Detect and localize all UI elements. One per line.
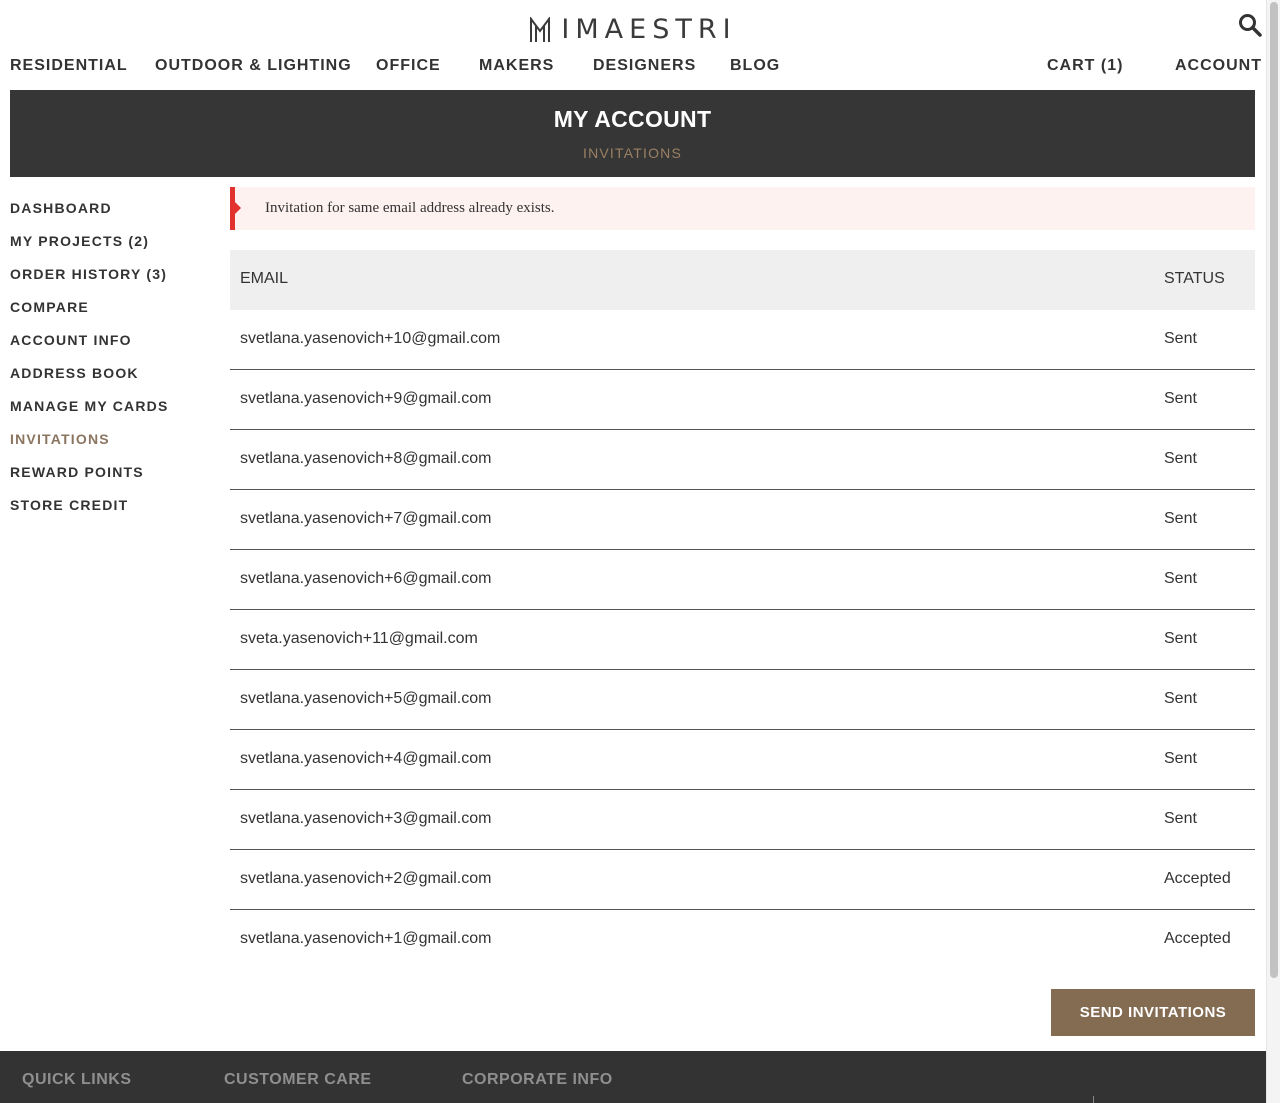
- invite-email: svetlana.yasenovich+5@gmail.com: [240, 690, 492, 707]
- invite-status: Sent: [1164, 810, 1197, 827]
- footer-heading-quick-links: QUICK LINKS: [22, 1071, 132, 1088]
- table-row: svetlana.yasenovich+8@gmail.com Sent: [230, 430, 1255, 490]
- sidebar-item-reward-points[interactable]: REWARD POINTS: [10, 462, 210, 495]
- sidebar-item-compare[interactable]: COMPARE: [10, 297, 210, 330]
- nav-makers[interactable]: MAKERS: [479, 57, 554, 75]
- invite-status: Accepted: [1164, 930, 1231, 947]
- sidebar-item-account-info[interactable]: ACCOUNT INFO: [10, 330, 210, 363]
- table-row: svetlana.yasenovich+3@gmail.com Sent: [230, 790, 1255, 850]
- table-row: svetlana.yasenovich+9@gmail.com Sent: [230, 370, 1255, 430]
- nav-office[interactable]: OFFICE: [376, 57, 441, 75]
- site-footer: QUICK LINKS CUSTOMER CARE CORPORATE INFO: [0, 1051, 1266, 1103]
- sidebar-item-my-projects[interactable]: MY PROJECTS (2): [10, 231, 210, 264]
- table-row: svetlana.yasenovich+7@gmail.com Sent: [230, 490, 1255, 550]
- footer-heading-customer-care: CUSTOMER CARE: [224, 1071, 372, 1088]
- nav-residential[interactable]: RESIDENTIAL: [10, 57, 128, 75]
- account-link[interactable]: ACCOUNT: [1175, 57, 1262, 75]
- invite-status: Sent: [1164, 750, 1197, 767]
- search-icon: [1239, 14, 1262, 37]
- page-banner: MY ACCOUNT INVITATIONS: [10, 90, 1255, 177]
- invite-status: Sent: [1164, 630, 1197, 647]
- invite-email: svetlana.yasenovich+2@gmail.com: [240, 870, 492, 887]
- page-subtitle: INVITATIONS: [582, 145, 683, 161]
- invite-status: Sent: [1164, 570, 1197, 587]
- invite-email: svetlana.yasenovich+7@gmail.com: [240, 510, 492, 527]
- alert-message: Invitation for same email address alread…: [265, 200, 555, 216]
- page-scrollbar[interactable]: [1266, 0, 1280, 1103]
- invite-email: svetlana.yasenovich+10@gmail.com: [240, 330, 501, 347]
- sidebar-item-invitations[interactable]: INVITATIONS: [10, 429, 210, 462]
- nav-blog[interactable]: BLOG: [730, 57, 780, 75]
- table-row: svetlana.yasenovich+1@gmail.com Accepted: [230, 910, 1255, 970]
- scrollbar-thumb[interactable]: [1270, 2, 1278, 978]
- page-title: MY ACCOUNT: [553, 106, 712, 132]
- imaestri-monogram-icon: [530, 16, 551, 42]
- invite-email: svetlana.yasenovich+6@gmail.com: [240, 570, 492, 587]
- invite-email: svetlana.yasenovich+9@gmail.com: [240, 390, 492, 407]
- invite-status: Sent: [1164, 390, 1197, 407]
- table-row: svetlana.yasenovich+4@gmail.com Sent: [230, 730, 1255, 790]
- nav-designers[interactable]: DESIGNERS: [593, 57, 696, 75]
- main-nav: RESIDENTIAL OUTDOOR & LIGHTING OFFICE MA…: [10, 57, 1261, 77]
- sidebar-item-store-credit[interactable]: STORE CREDIT: [10, 495, 210, 528]
- invite-status: Sent: [1164, 510, 1197, 527]
- error-alert: Invitation for same email address alread…: [230, 187, 1255, 230]
- invite-email: sveta.yasenovich+11@gmail.com: [240, 630, 478, 647]
- invite-email: svetlana.yasenovich+4@gmail.com: [240, 750, 492, 767]
- table-header: EMAIL STATUS: [230, 250, 1255, 310]
- invitations-table: EMAIL STATUS svetlana.yasenovich+10@gmai…: [230, 250, 1255, 970]
- invite-status: Sent: [1164, 690, 1197, 707]
- sidebar-item-order-history[interactable]: ORDER HISTORY (3): [10, 264, 210, 297]
- table-row: svetlana.yasenovich+2@gmail.com Accepted: [230, 850, 1255, 910]
- column-header-email: EMAIL: [240, 270, 289, 287]
- search-button[interactable]: [1238, 13, 1262, 37]
- brand-name: IMAESTRI: [561, 14, 737, 45]
- nav-outdoor-lighting[interactable]: OUTDOOR & LIGHTING: [155, 57, 352, 75]
- invite-status: Sent: [1164, 330, 1197, 347]
- site-logo[interactable]: IMAESTRI: [0, 14, 1266, 48]
- alert-marker-icon: [235, 202, 241, 214]
- footer-divider: [1093, 1096, 1094, 1103]
- account-sidebar: DASHBOARD MY PROJECTS (2) ORDER HISTORY …: [10, 198, 210, 528]
- invite-email: svetlana.yasenovich+1@gmail.com: [240, 930, 492, 947]
- invite-email: svetlana.yasenovich+8@gmail.com: [240, 450, 492, 467]
- sidebar-item-manage-cards[interactable]: MANAGE MY CARDS: [10, 396, 210, 429]
- invite-status: Sent: [1164, 450, 1197, 467]
- table-row: svetlana.yasenovich+5@gmail.com Sent: [230, 670, 1255, 730]
- table-row: svetlana.yasenovich+6@gmail.com Sent: [230, 550, 1255, 610]
- footer-heading-corporate-info: CORPORATE INFO: [462, 1071, 613, 1088]
- table-row: svetlana.yasenovich+10@gmail.com Sent: [230, 310, 1255, 370]
- table-row: sveta.yasenovich+11@gmail.com Sent: [230, 610, 1255, 670]
- invite-status: Accepted: [1164, 870, 1231, 887]
- send-invitations-button[interactable]: SEND INVITATIONS: [1051, 989, 1255, 1036]
- sidebar-item-address-book[interactable]: ADDRESS BOOK: [10, 363, 210, 396]
- sidebar-item-dashboard[interactable]: DASHBOARD: [10, 198, 210, 231]
- cart-link[interactable]: CART (1): [1047, 57, 1123, 75]
- invite-email: svetlana.yasenovich+3@gmail.com: [240, 810, 492, 827]
- column-header-status: STATUS: [1164, 270, 1225, 287]
